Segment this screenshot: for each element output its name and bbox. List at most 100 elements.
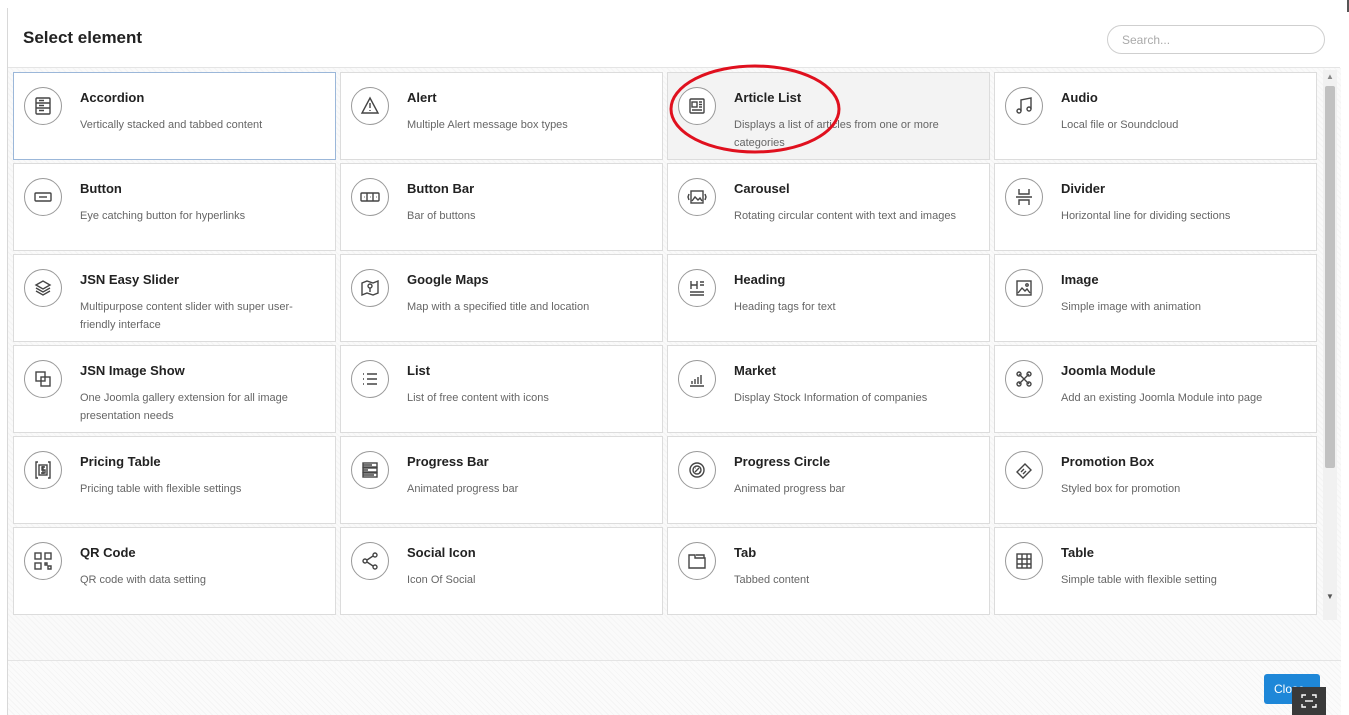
heading-icon <box>678 269 716 307</box>
element-name: Button Bar <box>407 181 475 196</box>
element-name: Social Icon <box>407 545 476 560</box>
button-bar-icon <box>351 178 389 216</box>
qr-code-icon <box>24 542 62 580</box>
element-tile-jsn-easy-slider[interactable]: JSN Easy Slider Multipurpose content slid… <box>13 254 336 342</box>
element-description: Icon Of Social <box>407 574 476 586</box>
tab-icon <box>678 542 716 580</box>
image-icon <box>1005 269 1043 307</box>
element-tile-carousel[interactable]: Carousel Rotating circular content with t… <box>667 163 990 251</box>
scrollbar[interactable]: ▲ ▼ <box>1323 70 1337 620</box>
element-tile-heading[interactable]: Heading Heading tags for text <box>667 254 990 342</box>
element-description: Eye catching button for hyperlinks <box>80 210 246 222</box>
select-element-modal: Select element Accordion Vertically stack… <box>7 8 1341 715</box>
element-name: Google Maps <box>407 272 489 287</box>
button-icon <box>24 178 62 216</box>
divider-icon <box>1005 178 1043 216</box>
element-description: Pricing table with flexible settings <box>80 483 242 495</box>
element-tile-promotion-box[interactable]: Promotion Box Styled box for promotion <box>994 436 1317 524</box>
element-tile-table[interactable]: Table Simple table with flexible setting <box>994 527 1317 615</box>
element-name: Table <box>1061 545 1094 560</box>
element-description: Heading tags for text <box>734 301 836 313</box>
element-name: Promotion Box <box>1061 454 1155 469</box>
modal-title: Select element <box>23 28 143 47</box>
scroll-thumb[interactable] <box>1325 86 1335 468</box>
table-icon <box>1005 542 1043 580</box>
image-show-icon <box>24 360 62 398</box>
element-description: Local file or Soundcloud <box>1061 119 1179 131</box>
element-tile-audio[interactable]: Audio Local file or Soundcloud <box>994 72 1317 160</box>
element-name: Progress Bar <box>407 454 489 469</box>
element-description: Display Stock Information of companies <box>734 392 928 404</box>
element-name: Button <box>80 181 122 196</box>
element-name: JSN Easy Slider <box>80 272 179 287</box>
list-icon <box>351 360 389 398</box>
element-name: QR Code <box>80 545 136 560</box>
market-icon <box>678 360 716 398</box>
element-name: Joomla Module <box>1061 363 1156 378</box>
element-tile-social-icon[interactable]: Social Icon Icon Of Social <box>340 527 663 615</box>
element-tile-progress-bar[interactable]: Progress Bar Animated progress bar <box>340 436 663 524</box>
element-description: Styled box for promotion <box>1061 483 1181 495</box>
element-name: Heading <box>734 272 786 287</box>
element-tile-qr-code[interactable]: QR Code QR code with data setting <box>13 527 336 615</box>
element-grid: Accordion Vertically stacked and tabbed c… <box>13 72 1317 615</box>
element-description: Simple image with animation <box>1061 301 1202 313</box>
element-name: Tab <box>734 545 757 560</box>
element-tile-jsn-image-show[interactable]: JSN Image Show One Joomla gallery extensi… <box>13 345 336 433</box>
element-name: Alert <box>407 90 437 105</box>
element-description: Rotating circular content with text and … <box>734 210 956 222</box>
element-tile-image[interactable]: Image Simple image with animation <box>994 254 1317 342</box>
alert-icon <box>351 87 389 125</box>
element-name: Audio <box>1061 90 1098 105</box>
accordion-icon <box>24 87 62 125</box>
element-tile-list[interactable]: List List of free content with icons <box>340 345 663 433</box>
audio-icon <box>1005 87 1043 125</box>
element-tile-alert[interactable]: Alert Multiple Alert message box types <box>340 72 663 160</box>
top-edge <box>0 0 1349 8</box>
element-tile-google-maps[interactable]: Google Maps Map with a specified title an… <box>340 254 663 342</box>
scroll-up-icon[interactable]: ▲ <box>1323 70 1337 84</box>
element-description: Vertically stacked and tabbed content <box>80 119 263 131</box>
element-tile-tab[interactable]: Tab Tabbed content <box>667 527 990 615</box>
element-tile-article-list[interactable]: Article List Displays a list of articles … <box>667 72 990 160</box>
element-tile-pricing-table[interactable]: Pricing Table Pricing table with flexible… <box>13 436 336 524</box>
element-name: Carousel <box>734 181 790 196</box>
modal-footer: Close <box>8 660 1341 715</box>
element-name: Pricing Table <box>80 454 161 469</box>
element-tile-joomla-module[interactable]: Joomla Module Add an existing Joomla Modu… <box>994 345 1317 433</box>
joomla-icon <box>1005 360 1043 398</box>
element-description: Displays a list of articles from one or … <box>734 119 939 149</box>
element-name: Accordion <box>80 90 145 105</box>
element-name: List <box>407 363 431 378</box>
pricing-icon <box>24 451 62 489</box>
element-name: Market <box>734 363 776 378</box>
element-tile-market[interactable]: Market Display Stock Information of compa… <box>667 345 990 433</box>
promotion-icon <box>1005 451 1043 489</box>
element-tile-button[interactable]: Button Eye catching button for hyperlinks <box>13 163 336 251</box>
modal-header: Select element <box>8 8 1340 68</box>
element-description: Add an existing Joomla Module into page <box>1061 392 1263 404</box>
search-input[interactable] <box>1107 25 1325 54</box>
carousel-icon <box>678 178 716 216</box>
scroll-down-icon[interactable]: ▼ <box>1323 590 1337 604</box>
element-description: Bar of buttons <box>407 210 476 222</box>
element-description: List of free content with icons <box>407 392 549 404</box>
element-tile-accordion[interactable]: Accordion Vertically stacked and tabbed c… <box>13 72 336 160</box>
element-name: JSN Image Show <box>80 363 185 378</box>
slider-icon <box>24 269 62 307</box>
element-name: Progress Circle <box>734 454 831 469</box>
fullscreen-icon[interactable] <box>1292 687 1326 715</box>
element-name: Divider <box>1061 181 1106 196</box>
element-list-area: Accordion Vertically stacked and tabbed c… <box>8 68 1341 660</box>
map-icon <box>351 269 389 307</box>
element-tile-divider[interactable]: Divider Horizontal line for dividing sect… <box>994 163 1317 251</box>
element-description: Simple table with flexible setting <box>1061 574 1217 586</box>
element-description: QR code with data setting <box>80 574 206 586</box>
progress-circle-icon <box>678 451 716 489</box>
element-tile-progress-circle[interactable]: Progress Circle Animated progress bar <box>667 436 990 524</box>
element-description: Map with a specified title and location <box>407 301 590 313</box>
share-icon <box>351 542 389 580</box>
element-description: Multipurpose content slider with super u… <box>80 301 293 331</box>
element-tile-button-bar[interactable]: Button Bar Bar of buttons <box>340 163 663 251</box>
element-name: Image <box>1061 272 1099 287</box>
